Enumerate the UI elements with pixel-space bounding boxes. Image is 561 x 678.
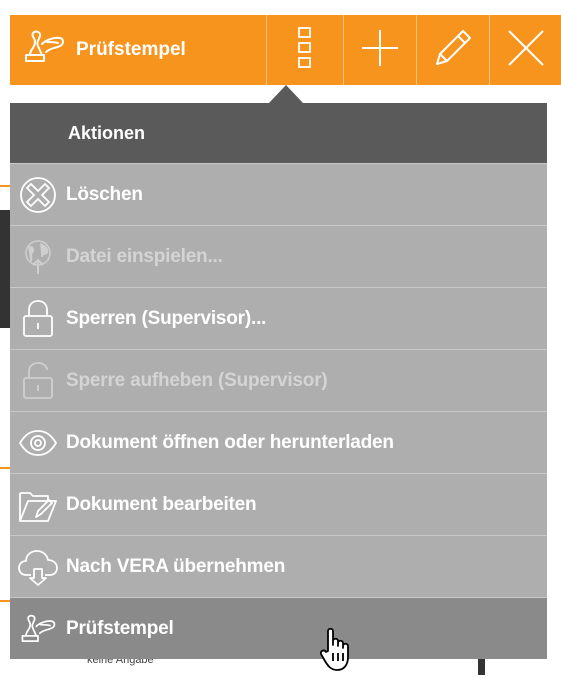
menu-item-label: Prüfstempel (66, 617, 174, 639)
menu-item-label: Sperren (Supervisor)... (66, 307, 267, 329)
stamp-toolbar-label: Prüfstempel (76, 39, 186, 60)
edit-button[interactable] (416, 15, 489, 85)
menu-item-label: Nach VERA übernehmen (66, 555, 286, 577)
menu-item-pruefstempel[interactable]: Prüfstempel (10, 597, 547, 659)
close-icon (506, 28, 546, 73)
menu-pointer-caret (269, 85, 303, 103)
background-dark-block (0, 210, 10, 328)
stamp-toolbar-button[interactable]: Prüfstempel (10, 15, 266, 85)
stamp-icon (22, 30, 76, 70)
hand-cursor-icon (318, 625, 358, 678)
menu-item-transfer-vera[interactable]: Nach VERA übernehmen (10, 535, 547, 597)
unlock-icon (10, 350, 66, 411)
menu-item-unlock[interactable]: Sperre aufheben (Supervisor) (10, 349, 547, 411)
menu-item-label: Datei einspielen... (66, 245, 223, 267)
actions-menu: Aktionen Löschen Datei einspielen... Spe… (10, 103, 547, 659)
add-button[interactable] (343, 15, 416, 85)
close-button[interactable] (489, 15, 561, 85)
globe-upload-icon (10, 226, 66, 287)
menu-item-lock[interactable]: Sperren (Supervisor)... (10, 287, 547, 349)
menu-item-delete[interactable]: Löschen (10, 163, 547, 225)
folder-edit-icon (10, 474, 66, 535)
record-toolbar: Prüfstempel (10, 15, 561, 85)
lock-icon (10, 288, 66, 349)
actions-menu-button[interactable] (266, 15, 343, 85)
menu-item-label: Sperre aufheben (Supervisor) (66, 369, 328, 391)
menu-item-import-file[interactable]: Datei einspielen... (10, 225, 547, 287)
cloud-download-icon (10, 536, 66, 597)
menu-header: Aktionen (10, 103, 547, 163)
menu-item-label: Löschen (66, 183, 143, 205)
plus-icon (360, 28, 400, 73)
delete-circle-icon (10, 164, 66, 225)
menu-item-label: Dokument öffnen oder herunterladen (66, 431, 394, 453)
menu-item-edit-document[interactable]: Dokument bearbeiten (10, 473, 547, 535)
eye-icon (10, 412, 66, 473)
menu-squares-icon (297, 26, 313, 75)
menu-item-open-document[interactable]: Dokument öffnen oder herunterladen (10, 411, 547, 473)
menu-item-label: Dokument bearbeiten (66, 493, 257, 515)
stamp-icon (10, 598, 66, 659)
pencil-icon (431, 26, 475, 75)
